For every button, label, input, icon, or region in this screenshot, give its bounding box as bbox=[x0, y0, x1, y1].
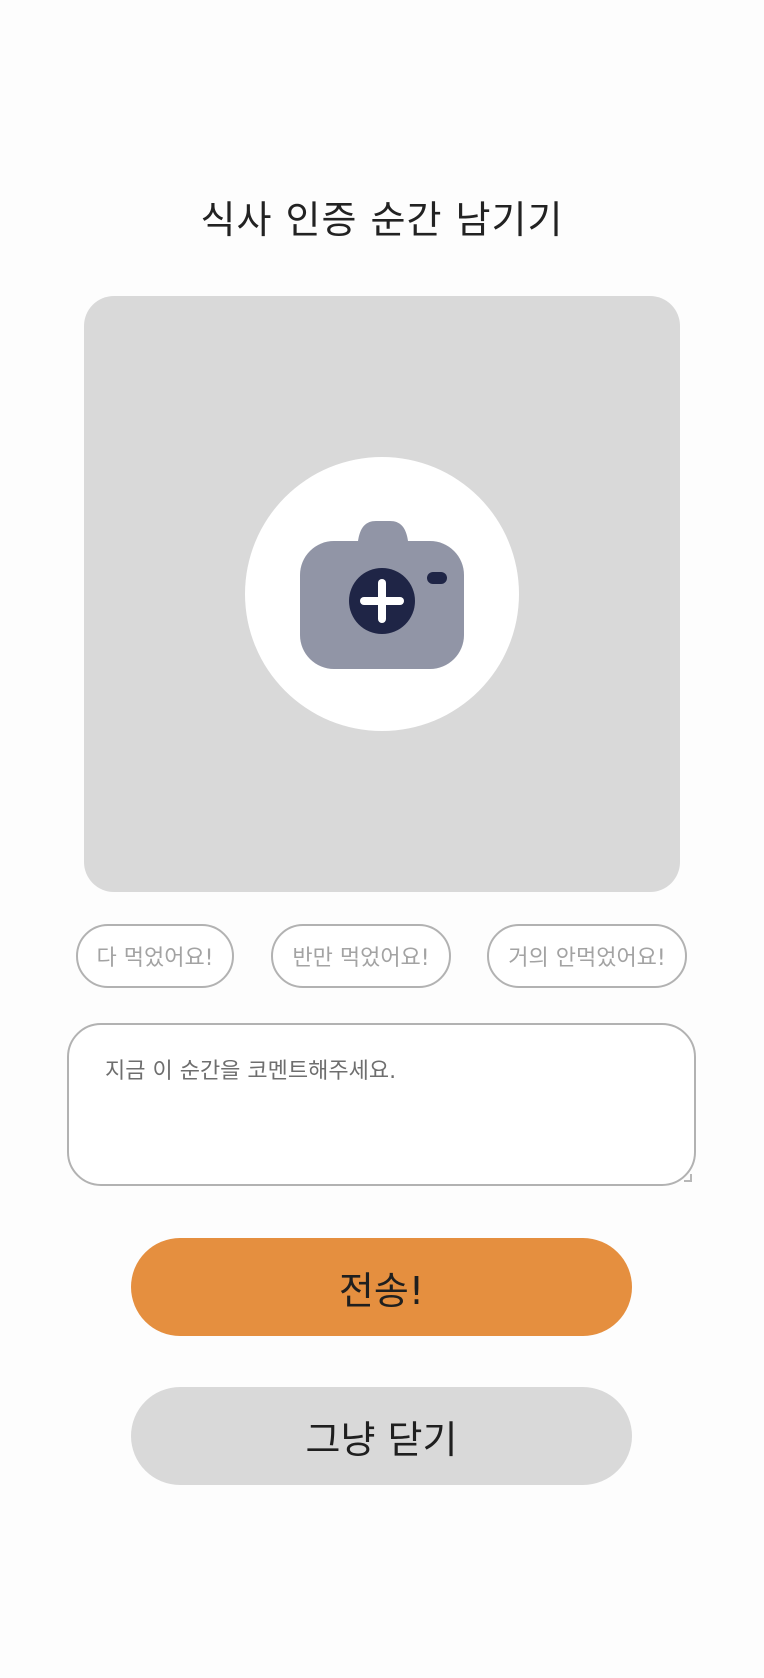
meal-status-chip-half[interactable]: 반만 먹었어요! bbox=[271, 924, 451, 988]
page-title: 식사 인증 순간 남기기 bbox=[200, 198, 564, 242]
comment-input[interactable] bbox=[105, 1053, 665, 1163]
add-photo-button[interactable] bbox=[245, 457, 519, 731]
close-button[interactable]: 그냥 닫기 bbox=[131, 1387, 632, 1485]
camera-add-icon bbox=[300, 521, 464, 669]
comment-field-container bbox=[67, 1023, 696, 1186]
meal-status-chip-little[interactable]: 거의 안먹었어요! bbox=[487, 924, 687, 988]
send-button[interactable]: 전송! bbox=[131, 1238, 632, 1336]
meal-status-chip-all[interactable]: 다 먹었어요! bbox=[76, 924, 234, 988]
resize-handle[interactable] bbox=[684, 1174, 692, 1182]
